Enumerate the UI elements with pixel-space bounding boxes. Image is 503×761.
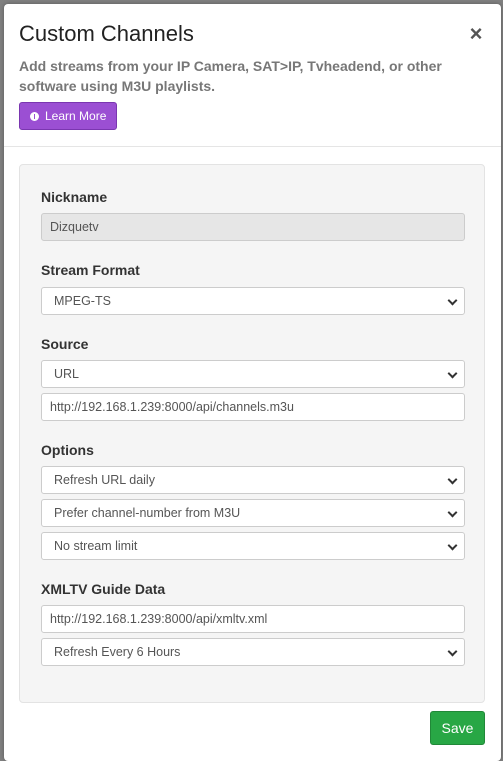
channel-number-select[interactable]: Prefer channel-number from M3U: [41, 499, 465, 527]
source-url-input[interactable]: http://192.168.1.239:8000/api/channels.m…: [41, 393, 465, 421]
xmltv-refresh-select[interactable]: Refresh Every 6 Hours: [41, 638, 465, 666]
source-type-select[interactable]: URL: [41, 360, 465, 388]
chevron-down-icon: [447, 507, 458, 518]
stream-format-label: Stream Format: [41, 262, 140, 278]
form-panel: Nickname Dizquetv Stream Format MPEG-TS …: [19, 164, 485, 703]
learn-more-label: Learn More: [45, 109, 107, 123]
stream-limit-select[interactable]: No stream limit: [41, 532, 465, 560]
refresh-url-select[interactable]: Refresh URL daily: [41, 466, 465, 494]
stream-format-select[interactable]: MPEG-TS: [41, 287, 465, 315]
info-icon: [30, 112, 39, 121]
options-label: Options: [41, 442, 94, 458]
refresh-url-value: Refresh URL daily: [54, 473, 155, 487]
custom-channels-modal: Custom Channels × Add streams from your …: [4, 4, 501, 761]
chevron-down-icon: [447, 474, 458, 485]
close-icon[interactable]: ×: [468, 23, 484, 45]
stream-format-value: MPEG-TS: [54, 294, 111, 308]
source-type-value: URL: [54, 367, 80, 381]
modal-description: Add streams from your IP Camera, SAT>IP,…: [19, 58, 442, 94]
save-button[interactable]: Save: [430, 711, 485, 745]
xmltv-label: XMLTV Guide Data: [41, 581, 166, 597]
channel-number-value: Prefer channel-number from M3U: [54, 506, 241, 520]
modal-title: Custom Channels: [19, 21, 194, 46]
learn-more-button[interactable]: Learn More: [19, 102, 117, 130]
chevron-down-icon: [447, 368, 458, 379]
modal-header: Custom Channels × Add streams from your …: [4, 4, 501, 147]
chevron-down-icon: [447, 646, 458, 657]
xmltv-refresh-value: Refresh Every 6 Hours: [54, 645, 181, 659]
chevron-down-icon: [447, 295, 458, 306]
chevron-down-icon: [447, 540, 458, 551]
nickname-field[interactable]: Dizquetv: [41, 213, 465, 241]
nickname-label: Nickname: [41, 189, 108, 205]
xmltv-url-input[interactable]: http://192.168.1.239:8000/api/xmltv.xml: [41, 605, 465, 633]
stream-limit-value: No stream limit: [54, 539, 138, 553]
source-label: Source: [41, 336, 89, 352]
